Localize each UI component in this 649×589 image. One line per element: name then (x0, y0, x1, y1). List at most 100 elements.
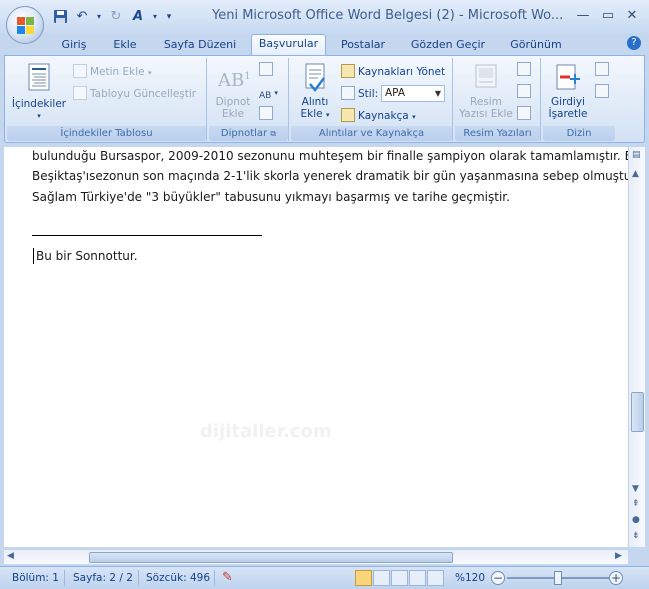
draft-view-button[interactable] (427, 570, 444, 586)
next-footnote-button[interactable]: AB ▾ (259, 84, 278, 101)
add-text-button[interactable]: Metin Ekle ▾ (73, 64, 152, 80)
footnote-icon-superscript: 1 (244, 71, 251, 82)
minimize-button[interactable]: — (574, 8, 592, 24)
toc-group: İçindekiler ▾ Metin Ekle ▾ Tabloyu Günce… (7, 58, 207, 141)
footnotes-group: AB1 Dipnot Ekle AB ▾ Dipnotlar ⧉ (209, 58, 289, 141)
outline-view-button[interactable] (409, 570, 426, 586)
bibliography-icon (341, 108, 355, 122)
scroll-left-icon[interactable]: ◀ (7, 551, 14, 561)
insert-citation-button[interactable]: Alıntı Ekle ▾ (293, 62, 337, 121)
status-divider (64, 570, 65, 586)
style-dropdown[interactable]: APA ▼ (381, 85, 445, 102)
tab-basvurular[interactable]: Başvurular (251, 34, 326, 56)
zoom-in-button[interactable]: + (609, 571, 623, 585)
chevron-down-icon[interactable]: ▾ (152, 9, 158, 25)
print-layout-view-button[interactable] (355, 570, 372, 586)
scroll-right-icon[interactable]: ▶ (615, 551, 622, 561)
index-group-label: Dizin (543, 126, 615, 141)
ribbon: İçindekiler ▾ Metin Ekle ▾ Tabloyu Günce… (4, 55, 645, 143)
next-footnote-icon: AB (259, 91, 272, 101)
watermark: dijitaller.com (200, 421, 332, 442)
full-screen-reading-view-button[interactable] (373, 570, 390, 586)
insert-index-button[interactable] (595, 62, 612, 78)
insert-caption-button[interactable]: Resim Yazısı Ekle (457, 62, 515, 120)
status-divider (214, 570, 215, 586)
toc-button[interactable]: İçindekiler ▾ (11, 62, 67, 122)
update-table-label: Tabloyu Güncelleştir (90, 88, 197, 100)
tab-gozden-gecir[interactable]: Gözden Geçir (405, 36, 491, 55)
previous-page-icon[interactable]: ⇞ (632, 499, 640, 509)
select-browse-object-icon[interactable]: ● (632, 515, 640, 525)
format-icon[interactable]: A (130, 9, 146, 25)
undo-icon[interactable]: ↶ (74, 9, 90, 25)
horizontal-scroll-thumb[interactable] (89, 552, 453, 563)
manage-sources-icon (341, 64, 355, 78)
scroll-up-icon[interactable]: ▲ (632, 169, 639, 179)
bibliography-button[interactable]: Kaynakça ▾ (341, 108, 416, 124)
toc-icon (24, 62, 54, 92)
add-text-icon (73, 64, 87, 78)
section-status[interactable]: Bölüm: 1 (12, 572, 59, 584)
office-button[interactable] (6, 6, 44, 44)
document-area[interactable]: bulunduğu Bursaspor, 2009-2010 sezonunu … (4, 147, 628, 547)
zoom-out-button[interactable]: − (491, 571, 505, 585)
insert-caption-label-2: Yazısı Ekle (459, 108, 513, 120)
zoom-slider-thumb[interactable] (554, 571, 562, 585)
insert-footnote-label-2: Ekle (221, 108, 245, 120)
captions-group-label: Resim Yazıları (455, 126, 540, 141)
status-bar: Bölüm: 1 Sayfa: 2 / 2 Sözcük: 496 ✎ %120… (0, 566, 649, 589)
web-layout-view-button[interactable] (391, 570, 408, 586)
insert-footnote-button[interactable]: AB1 Dipnot Ekle (211, 62, 255, 120)
cross-reference-button[interactable] (517, 106, 534, 122)
horizontal-scrollbar[interactable]: ◀ ▶ (4, 549, 628, 564)
scroll-down-icon[interactable]: ▼ (632, 484, 639, 494)
insert-index-icon (595, 62, 609, 76)
update-figures-button[interactable] (517, 84, 534, 100)
add-text-label: Metin Ekle (90, 66, 145, 78)
manage-sources-label: Kaynakları Yönet (358, 66, 446, 78)
document-line-3: Sağlam Türkiye'de "3 büyükler" tabusunu … (32, 190, 510, 204)
page-status[interactable]: Sayfa: 2 / 2 (73, 572, 133, 584)
tab-ekle[interactable]: Ekle (105, 36, 145, 55)
insert-citation-label-2-text: Ekle (300, 108, 323, 120)
toc-button-label: İçindekiler (11, 98, 67, 110)
insert-endnote-button[interactable] (259, 62, 276, 78)
chevron-down-icon[interactable]: ▾ (96, 9, 102, 25)
insert-table-of-figures-button[interactable] (517, 62, 534, 78)
chevron-down-icon: ▾ (147, 69, 152, 77)
toc-group-label: İçindekiler Tablosu (7, 126, 206, 141)
show-notes-button[interactable] (259, 106, 276, 122)
update-index-button[interactable] (595, 84, 612, 100)
ruler-toggle-icon[interactable]: ▤ (632, 150, 641, 160)
close-button[interactable]: ✕ (623, 8, 641, 24)
dialog-launcher-icon[interactable]: ⧉ (270, 129, 276, 138)
update-table-button[interactable]: Tabloyu Güncelleştir (73, 86, 196, 102)
footnote-text: Bu bir Sonnottur. (36, 249, 138, 263)
qat-customize-icon[interactable]: ▾ (164, 9, 174, 25)
status-divider (138, 570, 139, 586)
tab-giris[interactable]: Giriş (53, 36, 95, 55)
redo-icon[interactable]: ↻ (108, 9, 124, 25)
style-icon (341, 86, 355, 100)
next-page-icon[interactable]: ⇟ (632, 531, 640, 541)
title-bar: ↶ ▾ ↻ A ▾ ▾ Yeni Microsoft Office Word B… (0, 0, 649, 33)
restore-button[interactable]: ▭ (599, 8, 617, 24)
endnote-icon (259, 62, 273, 76)
vertical-scroll-thumb[interactable] (631, 392, 644, 432)
help-icon[interactable]: ? (627, 36, 641, 50)
mark-entry-button[interactable]: Girdiyi İşaretle (545, 62, 591, 120)
style-dropdown-value: APA (385, 87, 406, 99)
tab-gorunum[interactable]: Görünüm (502, 36, 570, 55)
tab-sayfa-duzeni[interactable]: Sayfa Düzeni (157, 36, 243, 55)
vertical-scrollbar[interactable]: ▤ ▲ ▼ ⇞ ● ⇟ (628, 147, 645, 547)
document-line-2: Beşiktaş'ısezonun son maçında 2-1'lik sk… (32, 169, 628, 183)
proofing-icon[interactable]: ✎ (222, 570, 233, 585)
zoom-level[interactable]: %120 (455, 572, 485, 584)
quick-access-toolbar: ↶ ▾ ↻ A ▾ ▾ (52, 7, 174, 27)
manage-sources-button[interactable]: Kaynakları Yönet (341, 64, 445, 80)
footnotes-label-text: Dipnotlar (220, 128, 268, 139)
tab-postalar[interactable]: Postalar (333, 36, 393, 55)
word-count-status[interactable]: Sözcük: 496 (146, 572, 210, 584)
save-icon[interactable] (52, 9, 68, 25)
footnotes-group-label: Dipnotlar ⧉ (209, 126, 288, 141)
